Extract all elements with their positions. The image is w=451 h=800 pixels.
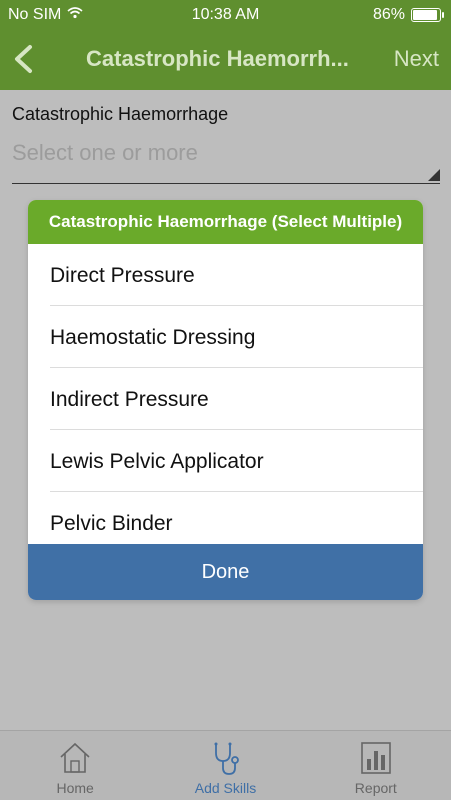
option-indirect-pressure[interactable]: Indirect Pressure: [50, 368, 423, 430]
select-multiple-modal: Catastrophic Haemorrhage (Select Multipl…: [28, 200, 423, 600]
select-placeholder: Select one or more: [12, 140, 198, 165]
stethoscope-icon: [208, 741, 242, 782]
tab-home[interactable]: Home: [0, 731, 150, 800]
option-direct-pressure[interactable]: Direct Pressure: [50, 244, 423, 306]
page-title: Catastrophic Haemorrh...: [86, 46, 349, 71]
battery-icon: [411, 8, 444, 22]
battery-percent: 86%: [372, 6, 405, 23]
tab-bar: Home Add Skills Report: [0, 730, 451, 800]
home-icon: [58, 741, 92, 780]
catastrophic-haemorrhage-select[interactable]: Select one or more: [12, 140, 440, 184]
tab-home-label: Home: [56, 780, 94, 796]
done-button[interactable]: Done: [28, 544, 423, 600]
dropdown-corner-icon: [428, 169, 440, 181]
tab-add-skills[interactable]: Add Skills: [150, 731, 300, 800]
option-haemostatic-dressing[interactable]: Haemostatic Dressing: [50, 306, 423, 368]
option-lewis-pelvic-applicator[interactable]: Lewis Pelvic Applicator: [50, 430, 423, 492]
tab-report[interactable]: Report: [301, 731, 451, 800]
options-list[interactable]: Direct Pressure Haemostatic Dressing Ind…: [28, 244, 423, 544]
next-button[interactable]: Next: [394, 46, 439, 72]
battery-fill: [413, 10, 438, 20]
modal-title: Catastrophic Haemorrhage (Select Multipl…: [28, 200, 423, 244]
status-right: 86%: [372, 6, 444, 24]
status-bar: No SIM 10:38 AM 86%: [0, 0, 451, 30]
chevron-left-icon[interactable]: [10, 44, 36, 74]
report-icon: [360, 741, 392, 780]
navigation-bar: Catastrophic Haemorrh... Next: [0, 30, 451, 90]
tab-report-label: Report: [354, 780, 397, 796]
field-label: Catastrophic Haemorrhage: [12, 104, 229, 124]
tab-add-skills-label: Add Skills: [194, 780, 257, 796]
option-pelvic-binder[interactable]: Pelvic Binder: [50, 492, 423, 544]
